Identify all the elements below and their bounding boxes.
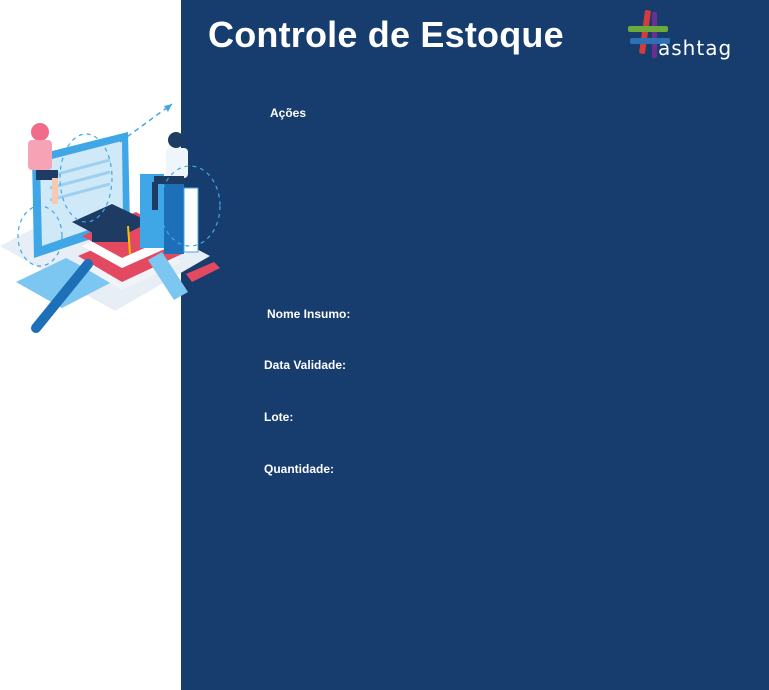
data-validade-label: Data Validade:: [264, 358, 347, 372]
acoes-label: Ações: [270, 106, 307, 120]
education-illustration: [0, 103, 221, 333]
logo-text: ashtag: [658, 36, 733, 60]
lote-label: Lote:: [264, 410, 294, 424]
main-panel: [181, 0, 769, 690]
page-title: Controle de Estoque: [208, 14, 564, 55]
nome-insumo-label: Nome Insumo:: [267, 307, 351, 321]
quantidade-label: Quantidade:: [264, 462, 335, 476]
